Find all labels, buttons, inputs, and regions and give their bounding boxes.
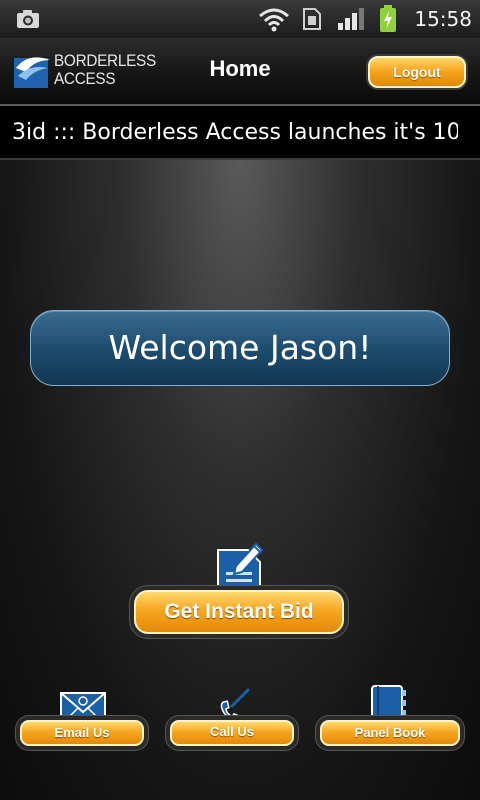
logout-button[interactable]: Logout (368, 56, 466, 88)
ticker-text: 3id ::: Borderless Access launches it's … (12, 120, 458, 145)
logo-text-line1: BORDERLESS (54, 51, 156, 70)
status-bar: 15:58 (0, 0, 480, 38)
logo-mark-icon (14, 57, 50, 88)
borderless-access-logo: BORDERLESS ACCESS (12, 50, 156, 92)
status-clock: 15:58 (414, 7, 472, 31)
camera-icon (17, 10, 39, 28)
panel-book-button[interactable]: Panel Book (320, 720, 460, 746)
email-us-button[interactable]: Email Us (20, 720, 144, 746)
news-ticker: 3id ::: Borderless Access launches it's … (0, 108, 480, 160)
welcome-banner: Welcome Jason! (30, 310, 450, 386)
main-content: Welcome Jason! Get Instant Bid Email Us … (0, 160, 480, 800)
signal-strength-icon (338, 8, 364, 30)
page-title: Home (209, 56, 271, 81)
battery-charging-icon (380, 5, 396, 32)
sim-card-icon (303, 8, 321, 30)
app-header: BORDERLESS ACCESS Home Logout (0, 38, 480, 106)
wifi-icon (259, 8, 289, 32)
call-us-button[interactable]: Call Us (170, 720, 294, 746)
get-instant-bid-button[interactable]: Get Instant Bid (134, 590, 344, 634)
logo-text-line2: ACCESS (54, 69, 116, 88)
